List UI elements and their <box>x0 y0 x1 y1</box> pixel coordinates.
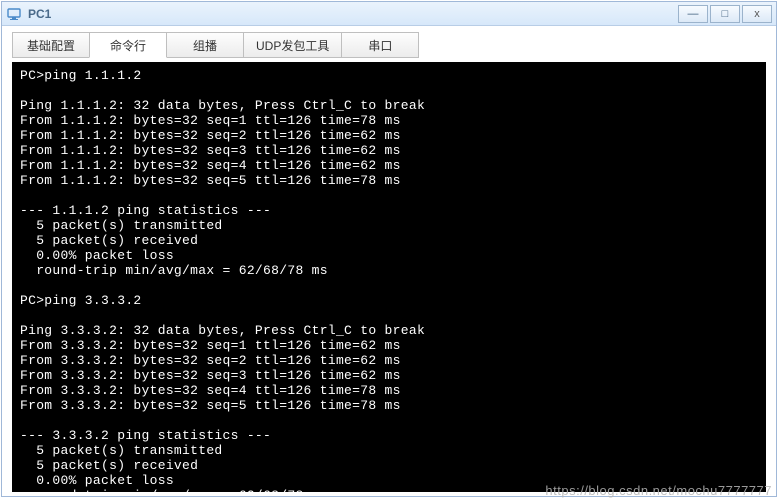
maximize-button[interactable]: □ <box>710 5 740 23</box>
app-window: PC1 — □ x 基础配置 命令行 组播 UDP发包工具 串口 PC>ping… <box>1 1 777 497</box>
tab-basic-config[interactable]: 基础配置 <box>12 32 90 58</box>
tab-command-line[interactable]: 命令行 <box>89 32 167 58</box>
close-button[interactable]: x <box>742 5 772 23</box>
tab-multicast[interactable]: 组播 <box>166 32 244 58</box>
minimize-button[interactable]: — <box>678 5 708 23</box>
tab-udp-tool[interactable]: UDP发包工具 <box>243 32 342 58</box>
window-controls: — □ x <box>676 5 772 23</box>
pc-icon <box>6 6 22 22</box>
terminal-output[interactable]: PC>ping 1.1.1.2 Ping 1.1.1.2: 32 data by… <box>12 62 766 492</box>
tab-bar: 基础配置 命令行 组播 UDP发包工具 串口 <box>12 32 766 58</box>
window-content: 基础配置 命令行 组播 UDP发包工具 串口 PC>ping 1.1.1.2 P… <box>2 26 776 496</box>
tab-serial[interactable]: 串口 <box>341 32 419 58</box>
window-title: PC1 <box>28 7 676 21</box>
titlebar[interactable]: PC1 — □ x <box>2 2 776 26</box>
